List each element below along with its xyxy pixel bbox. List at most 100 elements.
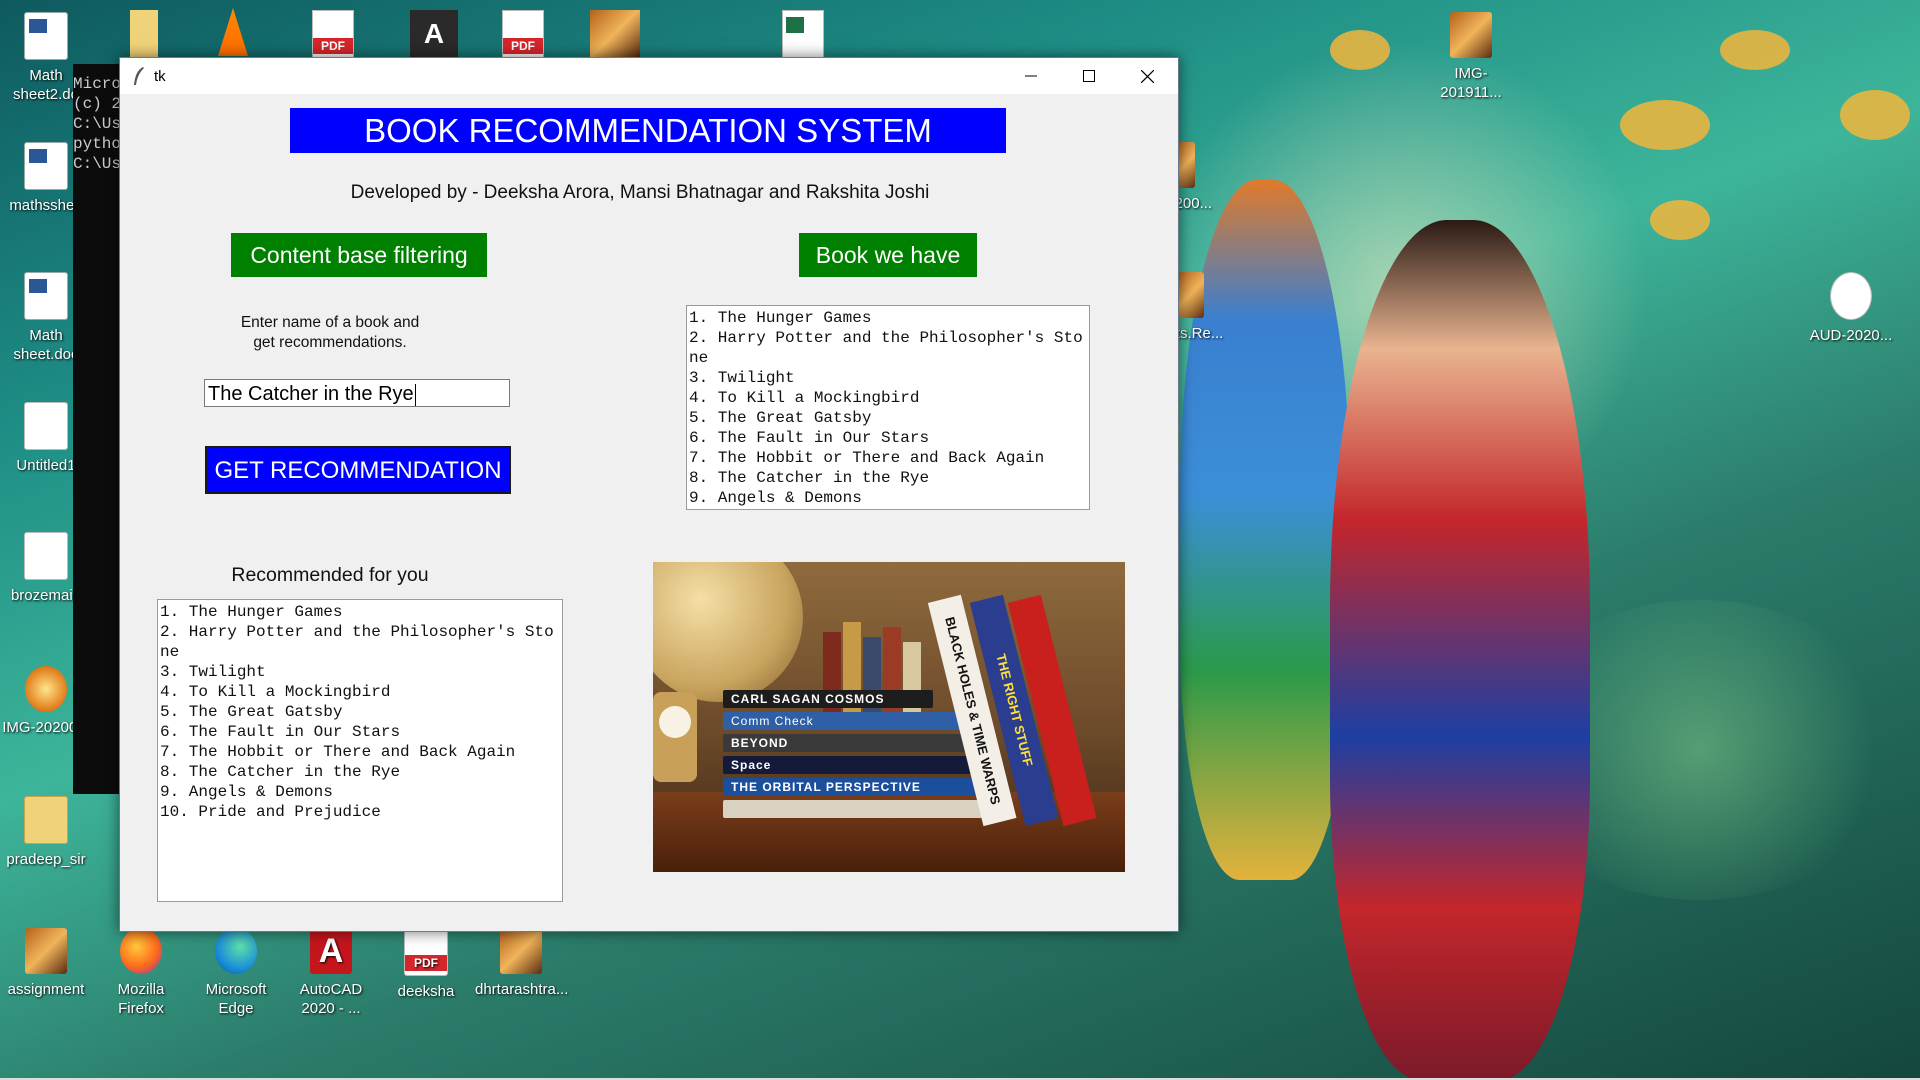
maximize-button[interactable] <box>1060 58 1118 94</box>
desktop-icon-label: pradeep_sir <box>6 851 86 868</box>
list-item[interactable]: 7. The Hobbit or There and Back Again <box>160 742 560 762</box>
desktop-icon-folder-partial[interactable] <box>130 10 158 57</box>
firefox-icon <box>120 928 162 974</box>
get-recommendation-button[interactable]: GET RECOMMENDATION <box>205 446 511 494</box>
pdf-icon: PDF <box>313 38 353 54</box>
stack-book <box>723 800 1003 818</box>
list-item[interactable]: 2. Harry Potter and the Philosopher's St… <box>160 622 560 662</box>
stack-book: THE ORBITAL PERSPECTIVE <box>723 778 988 796</box>
list-item[interactable]: 4. To Kill a Mockingbird <box>160 682 560 702</box>
stack-book: CARL SAGAN COSMOS <box>723 690 933 708</box>
list-item[interactable]: 3. Twilight <box>689 368 1087 388</box>
recommended-books-list[interactable]: 1. The Hunger Games 2. Harry Potter and … <box>157 599 563 902</box>
wallpaper-figure-radha <box>1330 220 1590 1080</box>
list-item[interactable]: 7. The Hobbit or There and Back Again <box>689 448 1087 468</box>
list-item[interactable]: 5. The Great Gatsby <box>160 702 560 722</box>
audio-file-icon <box>1830 272 1872 320</box>
window-title: tk <box>154 68 166 85</box>
desktop-icon-label: brozemain <box>10 587 82 604</box>
desktop-icon-firefox[interactable]: Mozilla Firefox <box>95 928 187 1018</box>
desktop-icon-label: AutoCAD 2020 - ... <box>299 981 363 1017</box>
pdf-icon <box>404 928 448 976</box>
tk-window: tk BOOK RECOMMENDATION SYSTEM Developed … <box>119 57 1179 932</box>
window-client-area: BOOK RECOMMENDATION SYSTEM Developed by … <box>120 94 1178 931</box>
word-doc-icon <box>24 272 68 320</box>
list-item[interactable]: 10. Pride and Prejudice <box>160 802 560 822</box>
excel-icon <box>786 17 804 33</box>
desktop-icon-dhrtarashtra[interactable]: dhrtarashtra... <box>475 928 569 999</box>
window-titlebar[interactable]: tk <box>120 58 1178 94</box>
desktop-icon-photo-partial[interactable] <box>590 10 640 57</box>
desktop-icon-autocad-partial[interactable]: A <box>410 10 458 57</box>
desktop-icon-autocad[interactable]: A AutoCAD 2020 - ... <box>285 928 377 1018</box>
list-item[interactable]: 1. The Hunger Games <box>689 308 1087 328</box>
list-item[interactable]: 3. Twilight <box>160 662 560 682</box>
stack-book: Comm Check <box>723 712 963 730</box>
book-name-input[interactable]: The Catcher in the Rye <box>204 379 510 407</box>
list-item[interactable]: 9. Angels & Demons <box>160 782 560 802</box>
books-photo: CARL SAGAN COSMOS Comm Check BEYOND Spac… <box>653 562 1125 872</box>
stack-book: BEYOND <box>723 734 978 752</box>
shelf-book <box>863 637 881 722</box>
minimize-icon <box>1025 75 1037 77</box>
desktop-icon-img-201911[interactable]: IMG-201911... <box>1425 12 1517 102</box>
available-books-list[interactable]: 1. The Hunger Games 2. Harry Potter and … <box>686 305 1090 510</box>
desktop-icon-label: assignment <box>7 981 85 998</box>
desktop-icon-pdf-partial-2[interactable]: PDF <box>502 10 544 59</box>
list-item[interactable]: 6. The Fault in Our Stars <box>160 722 560 742</box>
maximize-icon <box>1083 70 1095 82</box>
desktop-icon-label: dhrtarashtra... <box>475 981 569 998</box>
book-name-value: The Catcher in the Rye <box>208 383 414 405</box>
globe-illustration <box>653 562 803 702</box>
desktop-icon-label: Math sheet.doc <box>13 327 79 363</box>
desktop-icon-excel-partial[interactable] <box>782 10 824 59</box>
desktop-icon-deeksha[interactable]: deeksha <box>380 928 472 1001</box>
desktop-icon-label: deeksha <box>397 983 455 1000</box>
recommended-label: Recommended for you <box>231 564 429 586</box>
shelf-book <box>823 632 841 722</box>
word-doc-icon <box>24 142 68 190</box>
minimize-button[interactable] <box>1002 58 1060 94</box>
tk-feather-icon <box>134 67 144 85</box>
list-item[interactable]: 4. To Kill a Mockingbird <box>689 388 1087 408</box>
desktop-icon-label: Microsoft Edge <box>205 981 267 1017</box>
blank-file-icon <box>24 532 68 580</box>
desktop-icon-label: AUD-2020... <box>1809 327 1893 344</box>
list-item[interactable]: 6. The Fault in Our Stars <box>689 428 1087 448</box>
instructions-line-2: get recommendations. <box>253 334 407 351</box>
desktop-icon-label: Mozilla Firefox <box>117 981 165 1017</box>
books-we-have-button[interactable]: Book we have <box>799 233 977 277</box>
desktop-icon-edge[interactable]: Microsoft Edge <box>190 928 282 1018</box>
list-item[interactable]: 8. The Catcher in the Rye <box>160 762 560 782</box>
content-filtering-button[interactable]: Content base filtering <box>231 233 487 277</box>
list-item[interactable]: 1. The Hunger Games <box>160 602 560 622</box>
text-caret <box>414 383 416 406</box>
desktop-icon-aud-2020[interactable]: AUD-2020... <box>1805 272 1897 345</box>
edge-icon <box>215 928 257 974</box>
list-item[interactable]: 8. The Catcher in the Rye <box>689 468 1087 488</box>
image-file-icon <box>25 928 67 974</box>
image-file-icon <box>1450 12 1492 58</box>
input-instructions: Enter name of a book and get recommendat… <box>230 313 430 353</box>
desktop-icon-pdf-partial[interactable]: PDF <box>312 10 354 59</box>
desktop-icon-label: Untitled1 <box>16 457 76 474</box>
instructions-line-1: Enter name of a book and <box>240 314 420 331</box>
shelf-book <box>903 642 921 722</box>
desktop-icon-label: IMG-201911... <box>1440 65 1502 101</box>
stack-book: Space <box>723 756 973 774</box>
close-icon <box>1140 69 1154 83</box>
developers-credit: Developed by - Deeksha Arora, Mansi Bhat… <box>350 182 930 203</box>
close-button[interactable] <box>1118 58 1176 94</box>
desktop-icon-label: mathsshee <box>9 197 83 214</box>
word-doc-icon <box>24 12 68 60</box>
image-file-icon <box>25 666 67 712</box>
folder-icon <box>24 796 68 844</box>
desktop-icon-assignment[interactable]: assignment <box>0 928 92 999</box>
list-item[interactable]: 9. Angels & Demons <box>689 488 1087 508</box>
list-item[interactable]: 5. The Great Gatsby <box>689 408 1087 428</box>
desktop-icon-label: Math sheet2.do <box>13 67 79 103</box>
blank-file-icon <box>24 402 68 450</box>
desktop-icon-pradeep-sir[interactable]: pradeep_sir <box>0 796 92 869</box>
list-item[interactable]: 2. Harry Potter and the Philosopher's St… <box>689 328 1087 368</box>
pdf-icon: PDF <box>503 38 543 54</box>
